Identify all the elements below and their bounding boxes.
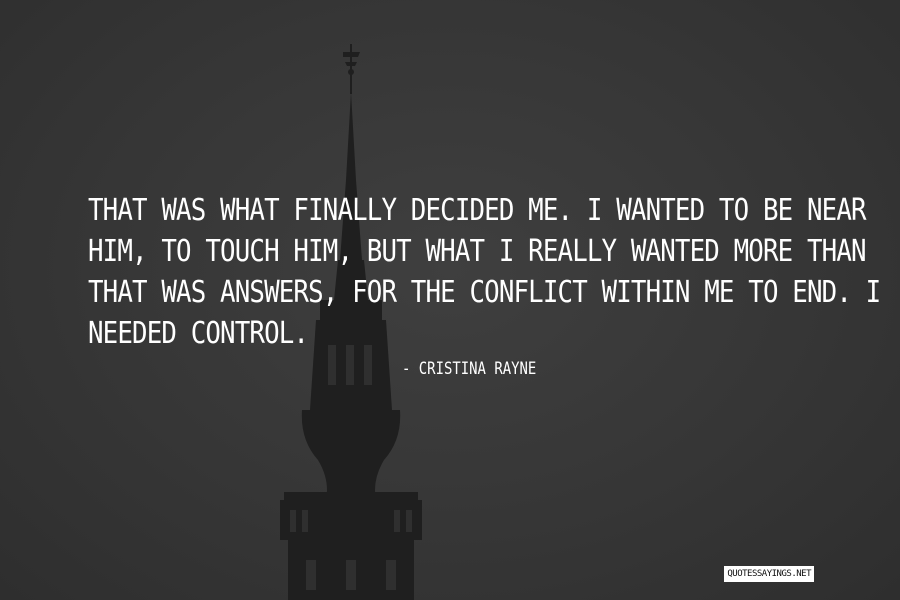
quote-line: HIM, TO TOUCH HIM, BUT WHAT I REALLY WAN… [88,234,867,269]
site-watermark: QUOTESSAYINGS.NET [724,566,814,582]
quote-author: - CRISTINA RAYNE [402,359,537,379]
quote-line: THAT WAS WHAT FINALLY DECIDED ME. I WANT… [88,193,867,228]
quote-line: THAT WAS ANSWERS, FOR THE CONFLICT WITHI… [88,275,881,310]
quote-line: NEEDED CONTROL. [88,316,309,351]
watermark-text: QUOTESSAYINGS.NET [727,569,811,579]
quote-text: THAT WAS WHAT FINALLY DECIDED ME. I WANT… [88,190,881,354]
quote-image: THAT WAS WHAT FINALLY DECIDED ME. I WANT… [0,0,900,600]
